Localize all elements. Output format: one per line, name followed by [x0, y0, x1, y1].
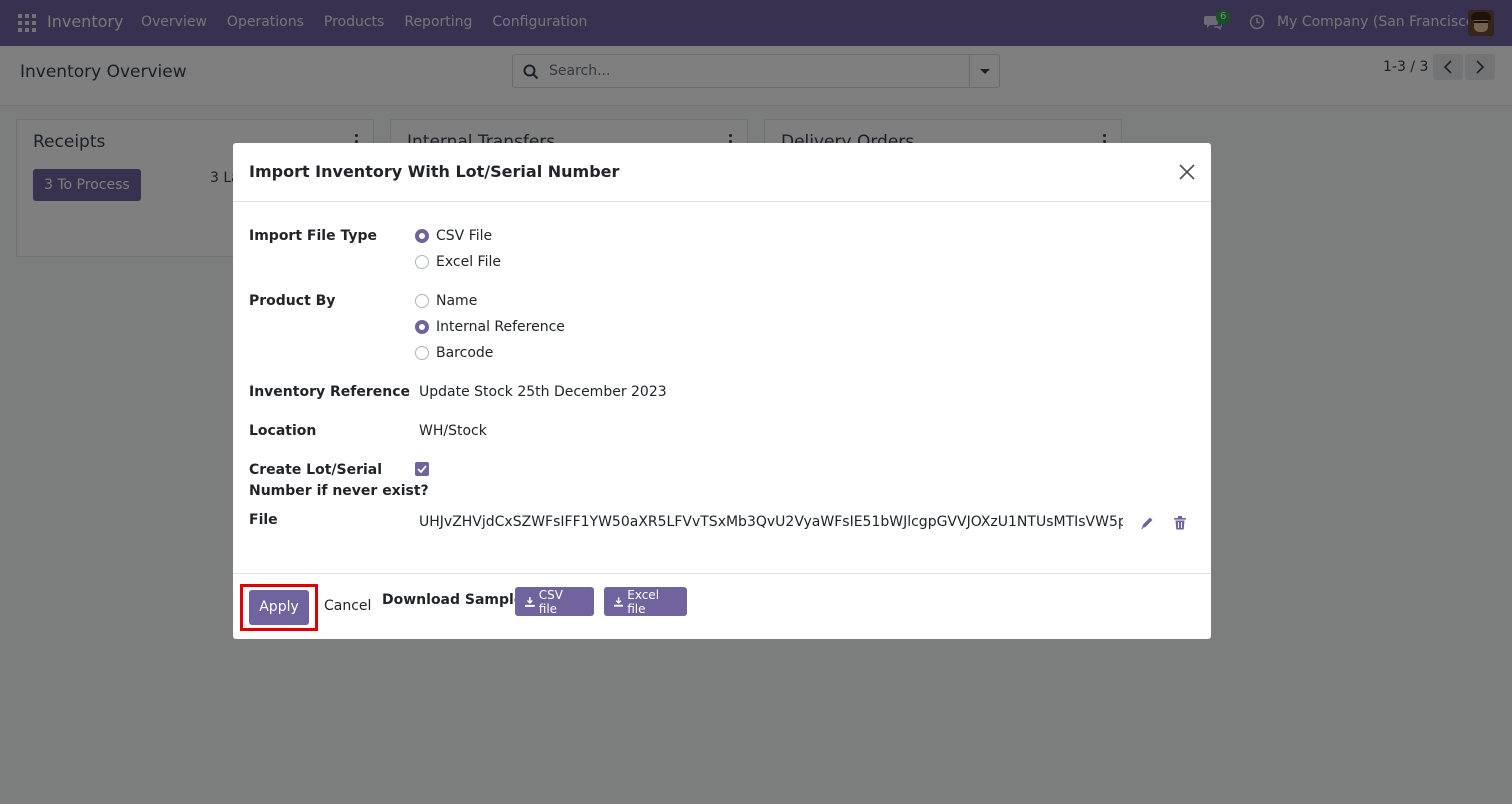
- radio-barcode[interactable]: Barcode: [415, 343, 493, 363]
- import-file-type-label: Import File Type: [249, 228, 377, 244]
- inventory-reference-field[interactable]: Update Stock 25th December 2023: [419, 384, 667, 400]
- product-by-label: Product By: [249, 293, 336, 309]
- file-label: File: [249, 512, 278, 528]
- download-csv-label: CSV file: [538, 587, 563, 616]
- radio-button[interactable]: [415, 229, 429, 243]
- download-sample-label: Download Sample:: [382, 592, 529, 608]
- checkmark-icon: [417, 465, 427, 473]
- radio-internal-reference[interactable]: Internal Reference: [415, 317, 565, 337]
- create-lot-label: Create Lot/Serial Number if never exist?: [249, 460, 429, 502]
- download-icon: [614, 596, 624, 607]
- close-icon[interactable]: [1177, 162, 1197, 182]
- download-csv-button[interactable]: CSV file: [515, 587, 594, 616]
- inventory-reference-label: Inventory Reference: [249, 384, 410, 400]
- dialog-body: Import File Type CSV File Excel File Pro…: [233, 203, 1211, 573]
- radio-name[interactable]: Name: [415, 291, 477, 311]
- radio-csv-file[interactable]: CSV File: [415, 226, 492, 246]
- apply-button[interactable]: Apply: [249, 590, 309, 625]
- download-icon: [525, 596, 535, 607]
- radio-button[interactable]: [415, 320, 429, 334]
- download-excel-label: Excel file: [627, 587, 660, 616]
- dialog-footer: Apply Cancel Download Sample: CSV file E…: [233, 573, 1211, 639]
- location-field[interactable]: WH/Stock: [419, 423, 487, 439]
- radio-button[interactable]: [415, 294, 429, 308]
- radio-button[interactable]: [415, 346, 429, 360]
- dialog-header: Import Inventory With Lot/Serial Number: [233, 143, 1211, 202]
- create-lot-label-line1: Create Lot/Serial: [249, 462, 383, 478]
- location-label: Location: [249, 423, 317, 439]
- download-excel-button[interactable]: Excel file: [604, 587, 687, 616]
- radio-excel-file[interactable]: Excel File: [415, 252, 501, 272]
- create-lot-label-line2: Number if never exist?: [249, 483, 429, 499]
- pencil-icon[interactable]: [1140, 516, 1154, 530]
- file-field[interactable]: UHJvZHVjdCxSZWFsIFF1YW50aXR5LFVvTSxMb3Qv…: [419, 514, 1123, 530]
- import-dialog: Import Inventory With Lot/Serial Number …: [233, 143, 1211, 639]
- create-lot-checkbox[interactable]: [415, 462, 429, 476]
- trash-icon[interactable]: [1174, 516, 1186, 530]
- dialog-title: Import Inventory With Lot/Serial Number: [249, 162, 620, 181]
- cancel-button[interactable]: Cancel: [324, 598, 371, 614]
- radio-button[interactable]: [415, 255, 429, 269]
